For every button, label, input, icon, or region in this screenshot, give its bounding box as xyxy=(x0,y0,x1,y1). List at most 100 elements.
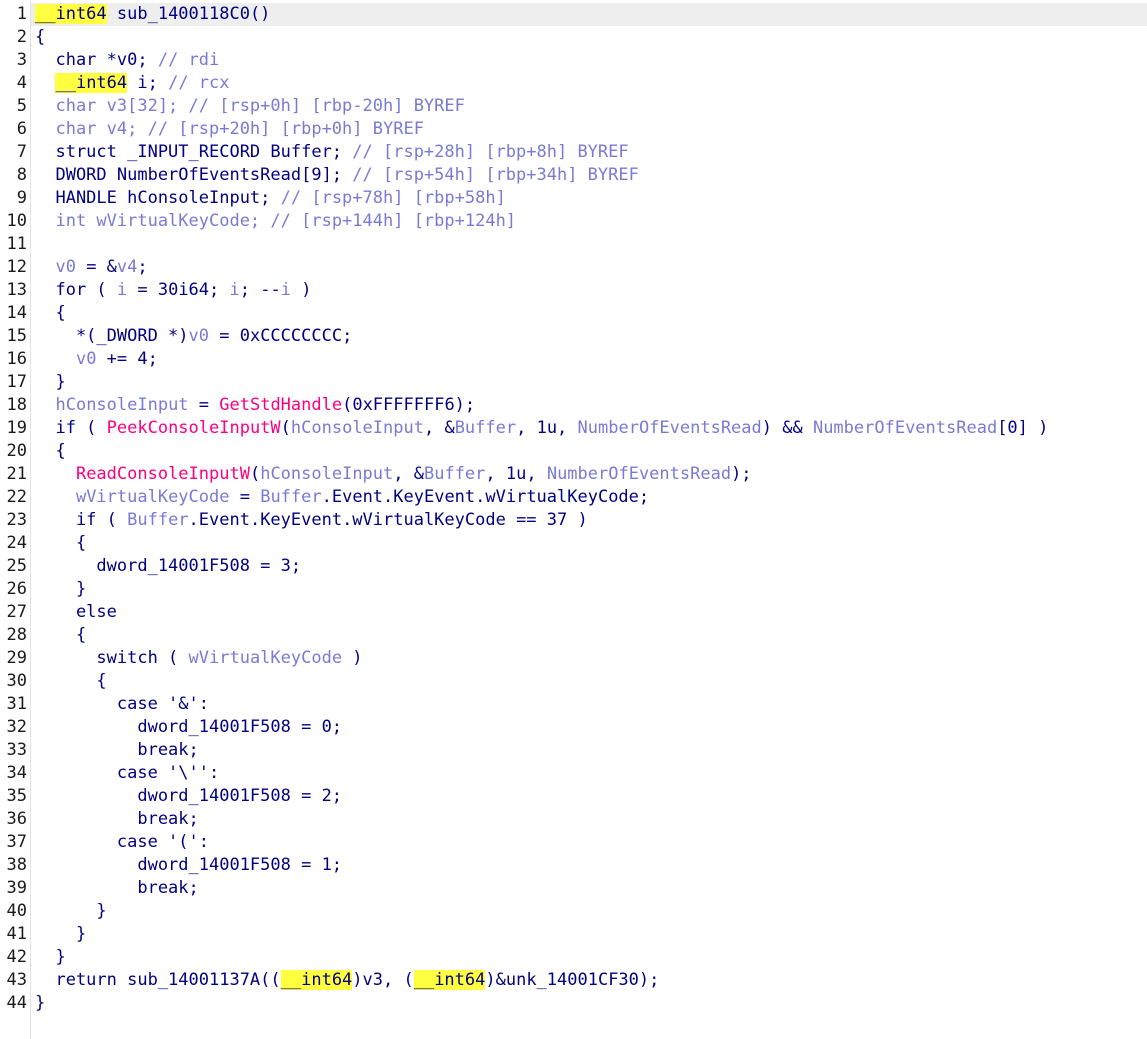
code-line[interactable]: 21 ReadConsoleInputW(hConsoleInput, &Buf… xyxy=(0,463,1147,486)
code-line[interactable]: 3 char *v0; // rdi xyxy=(0,49,1147,72)
code-line[interactable]: 38 dword_14001F508 = 1; xyxy=(0,854,1147,877)
code-line[interactable]: 8 DWORD NumberOfEventsRead[9]; // [rsp+5… xyxy=(0,164,1147,187)
code-text[interactable]: case '\'': xyxy=(35,762,219,785)
code-text[interactable]: DWORD NumberOfEventsRead[9]; // [rsp+54h… xyxy=(35,164,639,187)
code-line[interactable]: 27 else xyxy=(0,601,1147,624)
code-line[interactable]: 20 { xyxy=(0,440,1147,463)
code-token: [rsp+144h] [rbp+124h] xyxy=(301,211,517,231)
code-token: case '\'': xyxy=(35,763,220,783)
code-line[interactable]: 19 if ( PeekConsoleInputW(hConsoleInput,… xyxy=(0,417,1147,440)
code-line[interactable]: 39 break; xyxy=(0,877,1147,900)
code-text[interactable]: hConsoleInput = GetStdHandle(0xFFFFFFF6)… xyxy=(35,394,475,417)
code-line[interactable]: 32 dword_14001F508 = 0; xyxy=(0,716,1147,739)
code-text[interactable]: } xyxy=(35,578,86,601)
code-line[interactable]: 29 switch ( wVirtualKeyCode ) xyxy=(0,647,1147,670)
code-line[interactable]: 36 break; xyxy=(0,808,1147,831)
code-line[interactable]: 23 if ( Buffer.Event.KeyEvent.wVirtualKe… xyxy=(0,509,1147,532)
line-number: 36 xyxy=(6,809,27,829)
code-text[interactable]: char v3[32]; // [rsp+0h] [rbp-20h] BYREF xyxy=(35,95,464,118)
code-text[interactable]: else xyxy=(35,601,117,624)
code-line[interactable]: 17 } xyxy=(0,371,1147,394)
code-text[interactable]: v0 = &v4; xyxy=(35,256,147,279)
code-line[interactable]: 6 char v4; // [rsp+20h] [rbp+0h] BYREF xyxy=(0,118,1147,141)
code-text[interactable]: } xyxy=(35,900,106,923)
code-text[interactable]: char *v0; // rdi xyxy=(35,49,219,72)
code-text[interactable]: dword_14001F508 = 3; xyxy=(35,555,301,578)
code-line[interactable]: 41 } xyxy=(0,923,1147,946)
code-text[interactable]: { xyxy=(35,440,65,463)
code-line[interactable]: 31 case '&': xyxy=(0,693,1147,716)
code-text[interactable]: HANDLE hConsoleInput; // [rsp+78h] [rbp+… xyxy=(35,187,505,210)
code-line[interactable]: 1 __int64 sub_1400118C0() xyxy=(0,3,1147,26)
code-line[interactable]: 10 int wVirtualKeyCode; // [rsp+144h] [r… xyxy=(0,210,1147,233)
code-text[interactable]: { xyxy=(35,302,65,325)
line-number: 15 xyxy=(6,326,27,346)
code-line[interactable]: 37 case '(': xyxy=(0,831,1147,854)
line-number: 6 xyxy=(16,119,27,139)
code-line[interactable]: 33 break; xyxy=(0,739,1147,762)
code-line[interactable]: 14 { xyxy=(0,302,1147,325)
code-text[interactable]: } xyxy=(35,946,65,969)
code-text[interactable]: return sub_14001137A((__int64)v3, (__int… xyxy=(35,969,659,992)
code-text[interactable]: v0 += 4; xyxy=(35,348,158,371)
code-text[interactable]: switch ( wVirtualKeyCode ) xyxy=(35,647,362,670)
code-line[interactable]: 7 struct _INPUT_RECORD Buffer; // [rsp+2… xyxy=(0,141,1147,164)
code-line[interactable]: 44} xyxy=(0,992,1147,1015)
code-token: , & xyxy=(393,464,424,484)
code-text[interactable]: dword_14001F508 = 1; xyxy=(35,854,342,877)
code-line[interactable]: 5 char v3[32]; // [rsp+0h] [rbp-20h] BYR… xyxy=(0,95,1147,118)
code-text[interactable]: dword_14001F508 = 0; xyxy=(35,716,342,739)
code-text[interactable]: { xyxy=(35,624,86,647)
line-number: 11 xyxy=(6,234,27,254)
code-text[interactable]: __int64 sub_1400118C0() xyxy=(35,3,270,26)
code-text[interactable]: { xyxy=(35,26,45,49)
code-text[interactable]: break; xyxy=(35,739,198,762)
code-line[interactable]: 26 } xyxy=(0,578,1147,601)
code-line[interactable]: 4 __int64 i; // rcx xyxy=(0,72,1147,95)
code-text[interactable]: int wVirtualKeyCode; // [rsp+144h] [rbp+… xyxy=(35,210,516,233)
code-line[interactable]: 25 dword_14001F508 = 3; xyxy=(0,555,1147,578)
code-text[interactable]: { xyxy=(35,670,106,693)
code-text[interactable]: char v4; // [rsp+20h] [rbp+0h] BYREF xyxy=(35,118,423,141)
code-line[interactable]: 22 wVirtualKeyCode = Buffer.Event.KeyEve… xyxy=(0,486,1147,509)
code-text[interactable]: { xyxy=(35,532,86,555)
code-text[interactable]: break; xyxy=(35,877,198,900)
code-line[interactable]: 11 xyxy=(0,233,1147,256)
code-text[interactable]: for ( i = 30i64; i; --i ) xyxy=(35,279,311,302)
code-text[interactable]: break; xyxy=(35,808,198,831)
code-line[interactable]: 28 { xyxy=(0,624,1147,647)
code-line[interactable]: 40 } xyxy=(0,900,1147,923)
code-line[interactable]: 13 for ( i = 30i64; i; --i ) xyxy=(0,279,1147,302)
code-text[interactable]: *(_DWORD *)v0 = 0xCCCCCCCC; xyxy=(35,325,352,348)
code-text[interactable]: ReadConsoleInputW(hConsoleInput, &Buffer… xyxy=(35,463,752,486)
code-text[interactable]: dword_14001F508 = 2; xyxy=(35,785,342,808)
code-line[interactable]: 34 case '\'': xyxy=(0,762,1147,785)
code-text[interactable]: case '(': xyxy=(35,831,209,854)
code-line[interactable]: 18 hConsoleInput = GetStdHandle(0xFFFFFF… xyxy=(0,394,1147,417)
code-text[interactable]: if ( PeekConsoleInputW(hConsoleInput, &B… xyxy=(35,417,1048,440)
code-line[interactable]: 35 dword_14001F508 = 2; xyxy=(0,785,1147,808)
code-line[interactable]: 30 { xyxy=(0,670,1147,693)
code-text[interactable]: } xyxy=(35,371,65,394)
code-token: ; -- xyxy=(239,280,281,300)
code-line[interactable]: 42 } xyxy=(0,946,1147,969)
code-text[interactable]: struct _INPUT_RECORD Buffer; // [rsp+28h… xyxy=(35,141,628,164)
code-token: NumberOfEventsRead xyxy=(546,464,732,484)
code-text[interactable]: case '&': xyxy=(35,693,209,716)
code-text[interactable]: } xyxy=(35,923,86,946)
code-line[interactable]: 12 v0 = &v4; xyxy=(0,256,1147,279)
code-line[interactable]: 2{ xyxy=(0,26,1147,49)
code-text[interactable]: wVirtualKeyCode = Buffer.Event.KeyEvent.… xyxy=(35,486,649,509)
code-text[interactable]: if ( Buffer.Event.KeyEvent.wVirtualKeyCo… xyxy=(35,509,588,532)
pseudocode-editor[interactable]: 1 __int64 sub_1400118C0() 2{3 char *v0; //… xyxy=(0,0,1147,1039)
code-text[interactable]: } xyxy=(35,992,45,1015)
code-token: )&unk_14001CF30); xyxy=(485,970,660,990)
code-token: // [rsp+54h] [rbp+34h] BYREF xyxy=(352,165,639,185)
code-lines[interactable]: 1 __int64 sub_1400118C0() 2{3 char *v0; //… xyxy=(0,3,1147,1015)
code-text[interactable]: __int64 i; // rcx xyxy=(35,72,230,95)
code-line[interactable]: 16 v0 += 4; xyxy=(0,348,1147,371)
code-line[interactable]: 15 *(_DWORD *)v0 = 0xCCCCCCCC; xyxy=(0,325,1147,348)
code-line[interactable]: 24 { xyxy=(0,532,1147,555)
code-line[interactable]: 9 HANDLE hConsoleInput; // [rsp+78h] [rb… xyxy=(0,187,1147,210)
code-line[interactable]: 43 return sub_14001137A((__int64)v3, (__… xyxy=(0,969,1147,992)
